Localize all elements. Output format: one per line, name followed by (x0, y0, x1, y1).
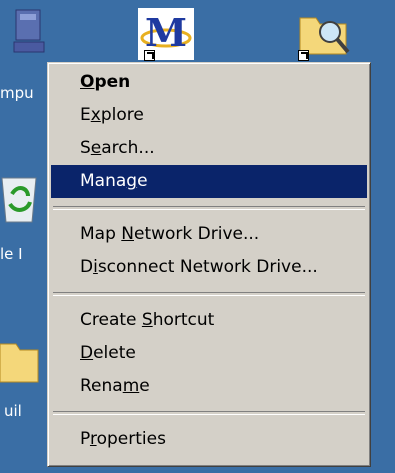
menu-item-create-shortcut[interactable]: Create Shortcut (51, 304, 367, 337)
recycle-bin-icon[interactable] (0, 170, 40, 226)
menu-item-properties[interactable]: Properties (51, 423, 367, 456)
search-folder-icon[interactable] (296, 8, 354, 61)
shortcut-arrow-icon (298, 50, 309, 61)
my-computer-label: mpu (0, 84, 34, 102)
menu-item-disconnect-network-drive[interactable]: Disconnect Network Drive... (51, 251, 367, 284)
menu-item-open[interactable]: Open (51, 66, 367, 99)
menu-item-rename[interactable]: Rename (51, 370, 367, 403)
recycle-bin-label: le I (0, 245, 23, 263)
m-app-icon[interactable]: M (138, 8, 194, 61)
menu-item-search[interactable]: Search... (51, 132, 367, 165)
folder-label: uil (4, 402, 22, 420)
my-computer-icon[interactable] (6, 6, 46, 56)
context-menu: Open Explore Search... Manage Map Networ… (47, 62, 371, 467)
menu-separator (53, 411, 365, 415)
menu-separator (53, 206, 365, 210)
menu-item-delete[interactable]: Delete (51, 337, 367, 370)
menu-item-map-network-drive[interactable]: Map Network Drive... (51, 218, 367, 251)
menu-separator (53, 292, 365, 296)
menu-item-explore[interactable]: Explore (51, 99, 367, 132)
svg-text:M: M (145, 10, 187, 55)
menu-item-manage[interactable]: Manage (51, 165, 367, 198)
folder-icon[interactable] (0, 340, 40, 384)
shortcut-arrow-icon (144, 50, 155, 61)
